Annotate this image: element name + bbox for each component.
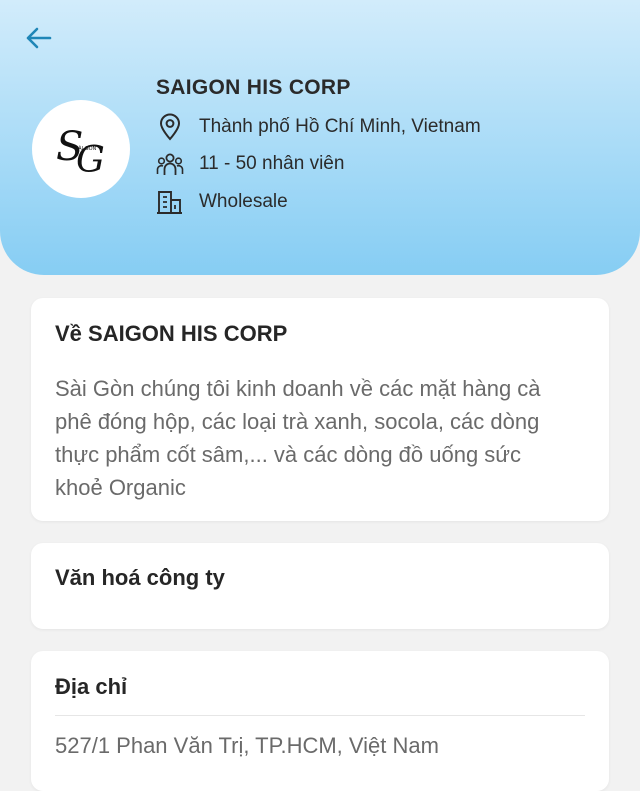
culture-title: Văn hoá công ty [55, 565, 225, 590]
about-line: khoẻ Organic [55, 475, 186, 500]
company-logo: S G SÀI GÒN [32, 100, 130, 198]
address-title: Địa chỉ [55, 674, 128, 699]
company-name: SAIGON HIS CORP [156, 76, 351, 99]
address-divider [55, 715, 585, 716]
about-card: Về SAIGON HIS CORP Sài Gòn chúng tôi kin… [31, 298, 609, 521]
back-button[interactable] [18, 20, 58, 56]
about-title: Về SAIGON HIS CORP [55, 321, 288, 346]
about-description: Sài Gòn chúng tôi kinh doanh về các mặt … [55, 372, 585, 504]
logo-tagline: SÀI GÒN [75, 145, 97, 152]
address-card: Địa chỉ 527/1 Phan Văn Trị, TP.HCM, Việt… [31, 651, 609, 791]
arrow-left-icon [26, 27, 52, 49]
employees-row: 11 - 50 nhân viên [156, 150, 344, 178]
company-header: S G SÀI GÒN SAIGON HIS CORP Thành phố Hồ… [0, 0, 640, 275]
about-line: phê đóng hộp, các loại trà xanh, socola,… [55, 409, 540, 434]
location-row: Thành phố Hồ Chí Minh, Vietnam [156, 113, 481, 141]
address-value: 527/1 Phan Văn Trị, TP.HCM, Việt Nam [55, 733, 439, 758]
industry-row: Wholesale [156, 188, 288, 216]
employees-text: 11 - 50 nhân viên [199, 153, 345, 174]
people-icon [156, 150, 184, 178]
about-line: thực phẩm cốt sâm,... và các dòng đồ uốn… [55, 442, 522, 467]
location-text: Thành phố Hồ Chí Minh, Vietnam [199, 116, 481, 137]
building-icon [156, 188, 184, 216]
about-line: Sài Gòn chúng tôi kinh doanh về các mặt … [55, 376, 541, 401]
industry-text: Wholesale [199, 191, 288, 212]
culture-card: Văn hoá công ty [31, 543, 609, 629]
map-pin-icon [156, 113, 184, 141]
